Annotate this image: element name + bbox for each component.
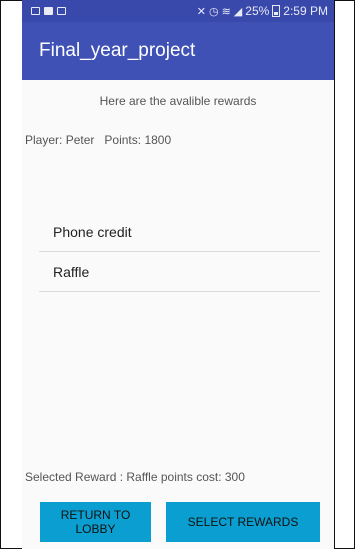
notification-icons — [22, 7, 66, 15]
signal-icon: ◢ — [233, 5, 243, 18]
reward-label: Raffle — [53, 263, 90, 280]
reward-label: Phone credit — [53, 223, 132, 240]
rewards-list: Phone credit Raffle — [39, 212, 320, 292]
player-label: Player: — [25, 133, 63, 147]
phone-screen: ✕ ◷ ≋ ◢ 25% 2:59 PM Final_year_project H… — [22, 0, 334, 549]
battery-percent: 25% — [245, 4, 270, 18]
rewards-heading: Here are the avalible rewards — [99, 94, 257, 108]
clock: 2:59 PM — [283, 4, 328, 18]
points-label: Points: — [104, 133, 142, 147]
mute-icon: ✕ — [196, 5, 206, 18]
app-bar: Final_year_project — [22, 22, 334, 80]
reward-item-raffle[interactable]: Raffle — [39, 252, 320, 292]
player-name: Peter — [65, 133, 95, 147]
app-title: Final_year_project — [39, 40, 196, 61]
alarm-icon: ◷ — [208, 5, 219, 18]
player-info: Player: Peter Points: 1800 — [25, 133, 171, 147]
return-to-lobby-button[interactable]: RETURN TO LOBBY — [40, 502, 151, 542]
battery-icon — [272, 5, 281, 17]
select-rewards-button[interactable]: SELECT REWARDS — [166, 502, 320, 542]
wifi-icon: ≋ — [221, 5, 231, 18]
gallery-icon — [31, 7, 40, 15]
selected-reward-text: Selected Reward : Raffle points cost: 30… — [25, 470, 245, 484]
points-value: 1800 — [144, 133, 172, 147]
message-icon — [44, 7, 53, 15]
frame-divider — [334, 0, 335, 549]
status-bar: ✕ ◷ ≋ ◢ 25% 2:59 PM — [22, 0, 334, 22]
photo-icon — [57, 7, 66, 15]
system-icons: ✕ ◷ ≋ ◢ 25% 2:59 PM — [197, 4, 334, 18]
reward-item-phone-credit[interactable]: Phone credit — [39, 212, 320, 252]
